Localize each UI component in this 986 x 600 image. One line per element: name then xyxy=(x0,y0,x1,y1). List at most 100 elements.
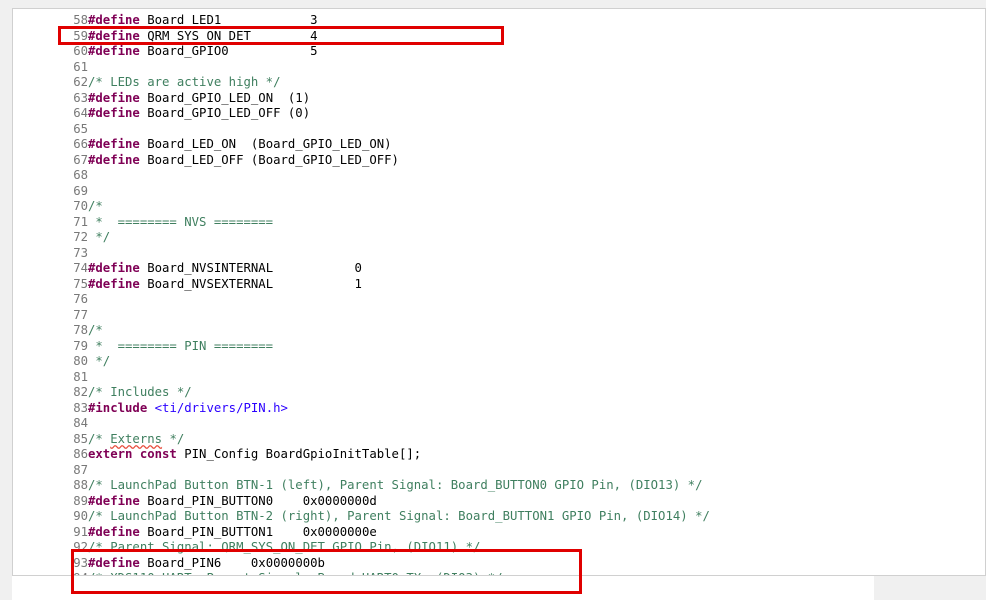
code-line[interactable]: 70/* xyxy=(13,199,103,215)
spacing xyxy=(273,525,303,539)
spacing xyxy=(243,153,250,167)
define-keyword: #define xyxy=(88,137,140,151)
code-line[interactable]: 82/* Includes */ xyxy=(13,385,192,401)
code-line[interactable]: 71 * ======== NVS ======== xyxy=(13,215,273,231)
extern-keyword: extern const xyxy=(88,447,177,461)
macro-name: Board_NVSINTERNAL xyxy=(147,261,274,275)
macro-name: Board_PIN6 xyxy=(147,555,222,570)
code-line[interactable]: 63#define Board_GPIO_LED_ON (1) xyxy=(13,91,310,107)
line-number: 84 xyxy=(73,416,88,430)
macro-value: 0x0000000b xyxy=(250,555,325,570)
code-line[interactable]: 75#define Board_NVSEXTERNAL 1 xyxy=(13,277,362,293)
line-number: 71 xyxy=(73,214,88,229)
line-number: 86 xyxy=(73,447,88,461)
macro-value: 3 xyxy=(310,13,318,27)
macro-value: 0 xyxy=(354,261,362,275)
macro-name: Board_PIN_BUTTON0 xyxy=(147,493,274,508)
line-number: 79 xyxy=(73,338,88,353)
declaration: PIN_Config BoardGpioInitTable[]; xyxy=(184,447,422,461)
code-line[interactable]: 84 xyxy=(13,416,88,432)
line-number: 73 xyxy=(73,245,88,260)
code-line[interactable]: 61 xyxy=(13,60,88,76)
macro-value: 4 xyxy=(310,28,318,43)
code-line[interactable]: 59#define QRM_SYS_ON_DET 4 xyxy=(13,28,318,45)
define-keyword: #define xyxy=(88,276,140,291)
line-number: 76 xyxy=(73,292,88,306)
line-number: 67 xyxy=(73,152,88,167)
define-keyword: #define xyxy=(88,261,140,275)
comment: /* LaunchPad Button BTN-1 (left), Parent… xyxy=(88,478,703,492)
code-line[interactable]: 65 xyxy=(13,122,88,138)
code-line[interactable]: 62/* LEDs are active high */ xyxy=(13,75,281,91)
macro-name: Board_LED_ON xyxy=(147,137,237,151)
spacing xyxy=(273,261,354,275)
define-keyword: #define xyxy=(88,28,140,43)
spacing xyxy=(221,13,310,27)
line-number: 91 xyxy=(73,524,88,539)
line-number: 66 xyxy=(73,137,88,151)
comment: */ xyxy=(88,354,111,368)
define-keyword: #define xyxy=(88,13,140,27)
comment: /* xyxy=(88,323,103,337)
code-line[interactable]: 79 * ======== PIN ======== xyxy=(13,339,273,355)
line-number: 81 xyxy=(73,369,88,384)
line-number: 78 xyxy=(73,323,88,337)
code-line[interactable]: 80 */ xyxy=(13,354,110,370)
code-line[interactable]: 72 */ xyxy=(13,230,110,246)
line-number: 69 xyxy=(73,183,88,198)
code-line[interactable]: 67#define Board_LED_OFF (Board_GPIO_LED_… xyxy=(13,153,399,169)
define-keyword: #define xyxy=(88,555,140,570)
code-line[interactable]: 77 xyxy=(13,308,88,324)
line-number: 58 xyxy=(73,13,88,27)
macro-name: QRM_SYS_ON_DET xyxy=(147,28,251,43)
comment: /* LaunchPad Button BTN-2 (right), Paren… xyxy=(88,509,710,523)
code-line[interactable]: 60#define Board_GPIO0 5 xyxy=(13,44,317,60)
comment: * ======== PIN ======== xyxy=(88,338,274,353)
line-number: 63 xyxy=(73,90,88,105)
code-line[interactable]: 93#define Board_PIN6 0x0000000b xyxy=(13,556,325,572)
spacing xyxy=(251,29,310,43)
code-line[interactable]: 92/* Parent Signal: QRM_SYS_ON_DET GPIO … xyxy=(13,540,480,556)
line-number: 70 xyxy=(73,199,88,213)
code-editor[interactable]: 58#define Board_LED1 3 59#define QRM_SYS_… xyxy=(12,8,986,576)
spacing xyxy=(281,106,288,120)
line-number: 90 xyxy=(73,509,88,523)
code-line[interactable]: 87 xyxy=(13,463,88,479)
code-line[interactable]: 83#include <ti/drivers/PIN.h> xyxy=(13,401,288,417)
code-line[interactable]: 89#define Board_PIN_BUTTON0 0x0000000d xyxy=(13,494,377,510)
comment: */ xyxy=(162,431,185,446)
line-number: 62 xyxy=(73,75,88,89)
comment: /* Parent Signal: QRM_SYS_ON_DET GPIO Pi… xyxy=(88,540,481,554)
code-line[interactable]: 91#define Board_PIN_BUTTON1 0x0000000e xyxy=(13,525,377,541)
code-line[interactable]: 64#define Board_GPIO_LED_OFF (0) xyxy=(13,106,310,122)
define-keyword: #define xyxy=(88,493,140,508)
code-line[interactable]: 86extern const PIN_Config BoardGpioInitT… xyxy=(13,447,421,463)
macro-name: Board_LED_OFF xyxy=(147,152,244,167)
comment: /* Includes */ xyxy=(88,385,192,399)
comment: /* xyxy=(88,199,103,213)
line-number: 68 xyxy=(73,168,88,182)
code-line[interactable]: 76 xyxy=(13,292,88,308)
comment: /* LEDs are active high */ xyxy=(88,75,281,89)
code-line[interactable]: 66#define Board_LED_ON (Board_GPIO_LED_O… xyxy=(13,137,392,153)
code-line[interactable]: 68 xyxy=(13,168,88,184)
code-line[interactable]: 58#define Board_LED1 3 xyxy=(13,13,318,29)
code-line[interactable]: 85/* Externs */ xyxy=(13,432,184,448)
line-number: 77 xyxy=(73,307,88,322)
code-line[interactable]: 90/* LaunchPad Button BTN-2 (right), Par… xyxy=(13,509,710,525)
code-line[interactable]: 73 xyxy=(13,246,88,262)
code-line[interactable]: 88/* LaunchPad Button BTN-1 (left), Pare… xyxy=(13,478,702,494)
define-keyword: #define xyxy=(88,90,140,105)
line-number: 61 xyxy=(73,59,88,74)
macro-name: Board_LED1 xyxy=(147,13,222,27)
include-path: <ti/drivers/PIN.h> xyxy=(154,400,288,415)
code-line[interactable]: 81 xyxy=(13,370,88,386)
code-line[interactable]: 74#define Board_NVSINTERNAL 0 xyxy=(13,261,362,277)
line-number: 93 xyxy=(73,555,88,570)
spacing xyxy=(229,44,310,58)
comment: */ xyxy=(88,230,111,244)
code-line[interactable]: 78/* xyxy=(13,323,103,339)
code-line[interactable]: 69 xyxy=(13,184,88,200)
macro-value: (0) xyxy=(287,106,311,120)
macro-value: (Board_GPIO_LED_ON) xyxy=(250,137,392,151)
